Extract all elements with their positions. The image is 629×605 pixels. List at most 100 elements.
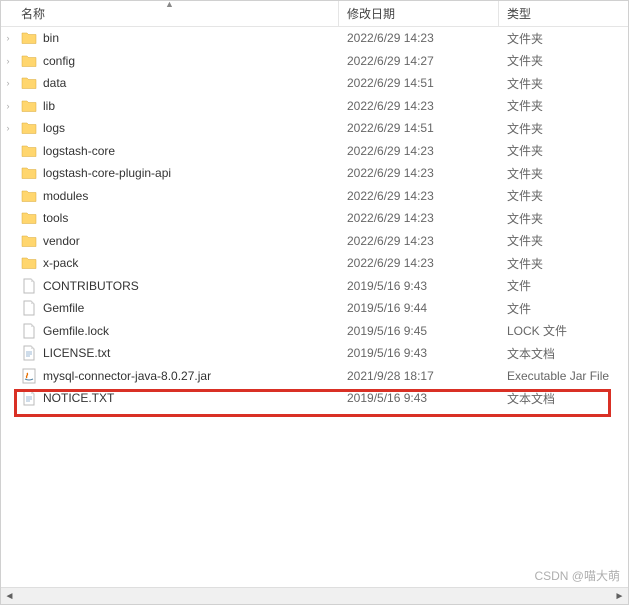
file-name-label: NOTICE.TXT [43, 391, 114, 405]
cell-name: lib [15, 98, 339, 114]
cell-type: 文件 [499, 277, 628, 294]
cell-date: 2019/5/16 9:45 [339, 324, 499, 338]
expand-chevron-icon[interactable]: › [1, 78, 15, 88]
scroll-left-icon[interactable]: ◄ [1, 588, 18, 605]
scroll-right-icon[interactable]: ► [611, 588, 628, 605]
cell-date: 2022/6/29 14:23 [339, 99, 499, 113]
column-header-name-label: 名称 [21, 5, 45, 22]
cell-type: 文件夹 [499, 165, 628, 182]
expand-chevron-icon[interactable]: › [1, 56, 15, 66]
folder-icon [21, 165, 37, 181]
file-row[interactable]: modules2022/6/29 14:23文件夹 [1, 185, 628, 208]
cell-name: Gemfile [15, 300, 339, 316]
cell-type: 文件 [499, 300, 628, 317]
column-header-type[interactable]: 类型 [499, 1, 628, 26]
cell-date: 2022/6/29 14:27 [339, 54, 499, 68]
cell-type: Executable Jar File [499, 369, 628, 383]
cell-type: LOCK 文件 [499, 322, 628, 339]
text-icon [21, 390, 37, 406]
file-name-label: vendor [43, 234, 80, 248]
file-name-label: tools [43, 211, 68, 225]
cell-date: 2019/5/16 9:44 [339, 301, 499, 315]
file-name-label: CONTRIBUTORS [43, 279, 139, 293]
file-name-label: mysql-connector-java-8.0.27.jar [43, 369, 211, 383]
cell-date: 2022/6/29 14:51 [339, 76, 499, 90]
cell-type: 文本文档 [499, 345, 628, 362]
file-name-label: logstash-core-plugin-api [43, 166, 171, 180]
cell-date: 2022/6/29 14:23 [339, 256, 499, 270]
cell-name: data [15, 75, 339, 91]
file-row[interactable]: LICENSE.txt2019/5/16 9:43文本文档 [1, 342, 628, 365]
file-name-label: data [43, 76, 66, 90]
expand-chevron-icon[interactable]: › [1, 123, 15, 133]
file-icon [21, 300, 37, 316]
file-row[interactable]: Gemfile 2019/5/16 9:44文件 [1, 297, 628, 320]
cell-name: Gemfile.lock [15, 323, 339, 339]
file-row[interactable]: Gemfile.lock 2019/5/16 9:45LOCK 文件 [1, 320, 628, 343]
file-name-label: logstash-core [43, 144, 115, 158]
file-row[interactable]: NOTICE.TXT 2019/5/16 9:43文本文档 [1, 387, 628, 410]
cell-name: NOTICE.TXT [15, 390, 339, 406]
folder-icon [21, 120, 37, 136]
cell-type: 文本文档 [499, 390, 628, 407]
file-row[interactable]: ›lib2022/6/29 14:23文件夹 [1, 95, 628, 118]
cell-date: 2019/5/16 9:43 [339, 391, 499, 405]
file-icon [21, 278, 37, 294]
file-row[interactable]: logstash-core 2022/6/29 14:23文件夹 [1, 140, 628, 163]
cell-date: 2022/6/29 14:23 [339, 211, 499, 225]
cell-type: 文件夹 [499, 232, 628, 249]
sort-indicator-icon: ▲ [165, 0, 174, 9]
cell-type: 文件夹 [499, 97, 628, 114]
column-header-date[interactable]: 修改日期 [339, 1, 499, 26]
column-header-type-label: 类型 [507, 5, 531, 22]
jar-icon [21, 368, 37, 384]
cell-date: 2022/6/29 14:23 [339, 189, 499, 203]
cell-name: tools [15, 210, 339, 226]
cell-date: 2022/6/29 14:23 [339, 144, 499, 158]
cell-name: vendor [15, 233, 339, 249]
column-header-name[interactable]: 名称 ▲ [1, 1, 339, 26]
expand-chevron-icon[interactable]: › [1, 33, 15, 43]
cell-name: config [15, 53, 339, 69]
horizontal-scrollbar[interactable]: ◄ ► [1, 587, 628, 604]
folder-icon [21, 98, 37, 114]
file-row[interactable]: ›bin2022/6/29 14:23文件夹 [1, 27, 628, 50]
file-row[interactable]: logstash-core-plugin-api 2022/6/29 14:23文… [1, 162, 628, 185]
folder-icon [21, 30, 37, 46]
file-name-label: logs [43, 121, 65, 135]
file-row[interactable]: ›data2022/6/29 14:51文件夹 [1, 72, 628, 95]
file-row[interactable]: vendor 2022/6/29 14:23文件夹 [1, 230, 628, 253]
file-name-label: Gemfile [43, 301, 84, 315]
file-row[interactable]: tools 2022/6/29 14:23文件夹 [1, 207, 628, 230]
cell-name: logstash-core-plugin-api [15, 165, 339, 181]
cell-date: 2022/6/29 14:23 [339, 234, 499, 248]
cell-date: 2019/5/16 9:43 [339, 279, 499, 293]
cell-type: 文件夹 [499, 142, 628, 159]
file-row[interactable]: CONTRIBUTORS 2019/5/16 9:43文件 [1, 275, 628, 298]
text-icon [21, 345, 37, 361]
cell-name: LICENSE.txt [15, 345, 339, 361]
file-row[interactable]: ›logs2022/6/29 14:51文件夹 [1, 117, 628, 140]
cell-name: mysql-connector-java-8.0.27.jar [15, 368, 339, 384]
folder-icon [21, 75, 37, 91]
cell-name: x-pack [15, 255, 339, 271]
file-row[interactable]: mysql-connector-java-8.0.27.jar2021/9/28… [1, 365, 628, 388]
cell-name: logs [15, 120, 339, 136]
cell-type: 文件夹 [499, 30, 628, 47]
folder-icon [21, 255, 37, 271]
cell-date: 2022/6/29 14:23 [339, 166, 499, 180]
cell-date: 2022/6/29 14:51 [339, 121, 499, 135]
cell-date: 2022/6/29 14:23 [339, 31, 499, 45]
file-row[interactable]: ›config2022/6/29 14:27文件夹 [1, 50, 628, 73]
cell-name: modules [15, 188, 339, 204]
expand-chevron-icon[interactable]: › [1, 101, 15, 111]
file-name-label: config [43, 54, 75, 68]
cell-type: 文件夹 [499, 187, 628, 204]
folder-icon [21, 210, 37, 226]
file-name-label: Gemfile.lock [43, 324, 109, 338]
file-row[interactable]: x-pack 2022/6/29 14:23文件夹 [1, 252, 628, 275]
file-name-label: x-pack [43, 256, 78, 270]
cell-type: 文件夹 [499, 255, 628, 272]
cell-name: bin [15, 30, 339, 46]
cell-type: 文件夹 [499, 210, 628, 227]
